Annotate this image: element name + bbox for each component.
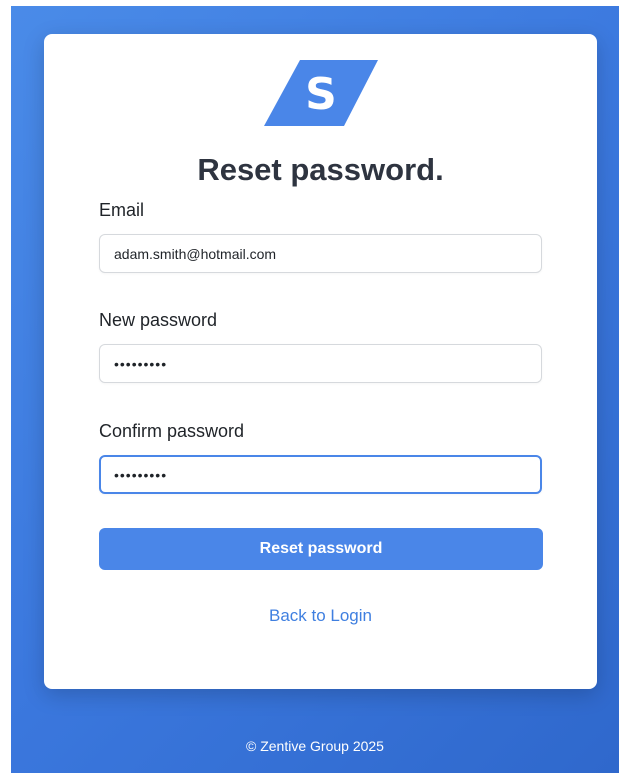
- email-field[interactable]: [99, 234, 542, 273]
- new-password-field[interactable]: [99, 344, 542, 383]
- back-to-login-row: Back to Login: [44, 606, 597, 626]
- brand-logo-letter: S: [305, 69, 337, 120]
- confirm-password-label: Confirm password: [99, 421, 245, 441]
- back-to-login-link[interactable]: Back to Login: [269, 606, 372, 625]
- brand-logo-icon: S: [264, 60, 378, 126]
- reset-password-button[interactable]: Reset password: [99, 528, 543, 570]
- confirm-password-field[interactable]: [99, 455, 542, 494]
- page-background: S Reset password. Email New password Con…: [11, 6, 619, 773]
- page-title: Reset password.: [197, 152, 444, 187]
- new-password-label: New password: [99, 310, 218, 330]
- email-label: Email: [99, 200, 145, 220]
- footer-copyright: © Zentive Group 2025: [246, 738, 384, 754]
- reset-password-card: S Reset password. Email New password Con…: [44, 34, 597, 689]
